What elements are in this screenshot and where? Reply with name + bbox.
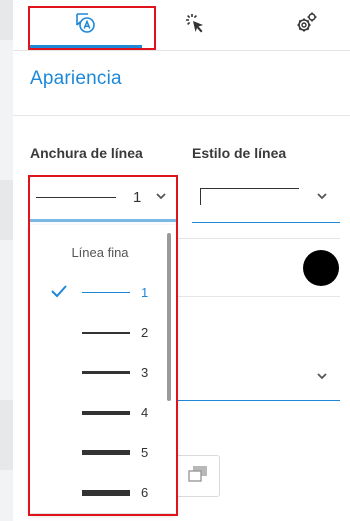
gears-icon [295, 11, 319, 40]
dropdown-header: Línea fina [71, 245, 129, 260]
line-width-option-3[interactable]: 3 [30, 353, 170, 393]
line-style-preview [200, 188, 299, 205]
section-title: Apariencia [30, 68, 122, 89]
line-width-option-1[interactable]: 1 [30, 273, 170, 313]
option-value: 3 [141, 365, 149, 380]
line-width-option-4[interactable]: 4 [30, 393, 170, 433]
option-value: 4 [141, 405, 149, 420]
line-sample [82, 332, 130, 334]
option-value: 1 [141, 285, 149, 300]
line-style-select[interactable] [192, 177, 340, 223]
line-width-value: 1 [133, 189, 142, 206]
line-width-select[interactable]: 1 [30, 177, 176, 223]
secondary-select[interactable] [176, 355, 340, 401]
line-sample [82, 292, 130, 293]
chevron-down-icon [316, 189, 328, 207]
line-width-label: Anchura de línea [30, 145, 143, 161]
line-color-swatch[interactable] [303, 250, 339, 286]
dropdown-scrollbar[interactable] [167, 233, 171, 401]
app-edge-shade [0, 180, 13, 240]
check-icon [50, 284, 68, 303]
highlight-box-tab [28, 6, 156, 50]
line-sample [82, 450, 130, 455]
line-style-label: Estilo de línea [192, 145, 287, 161]
cursor-click-icon [183, 11, 207, 40]
app-edge-strip [0, 0, 13, 521]
line-sample [82, 490, 130, 496]
line-width-dropdown: Línea fina 1 2 3 4 5 6 [30, 225, 176, 513]
section-divider [13, 115, 350, 116]
option-value: 6 [141, 485, 149, 500]
chevron-down-icon [155, 189, 167, 207]
line-width-preview [36, 197, 116, 198]
line-width-option-6[interactable]: 6 [30, 473, 170, 513]
line-sample [82, 371, 130, 374]
option-value: 2 [141, 325, 149, 340]
chevron-down-icon [316, 369, 328, 387]
app-edge-shade [0, 0, 13, 40]
app-edge-shade [0, 400, 13, 470]
line-width-option-2[interactable]: 2 [30, 313, 170, 353]
shadow-icon [187, 465, 209, 488]
shadow-button[interactable] [176, 455, 220, 497]
select-focus-underline [30, 219, 176, 222]
line-width-option-5[interactable]: 5 [30, 433, 170, 473]
option-value: 5 [141, 445, 149, 460]
tab-settings[interactable] [251, 0, 350, 50]
line-sample [82, 411, 130, 415]
